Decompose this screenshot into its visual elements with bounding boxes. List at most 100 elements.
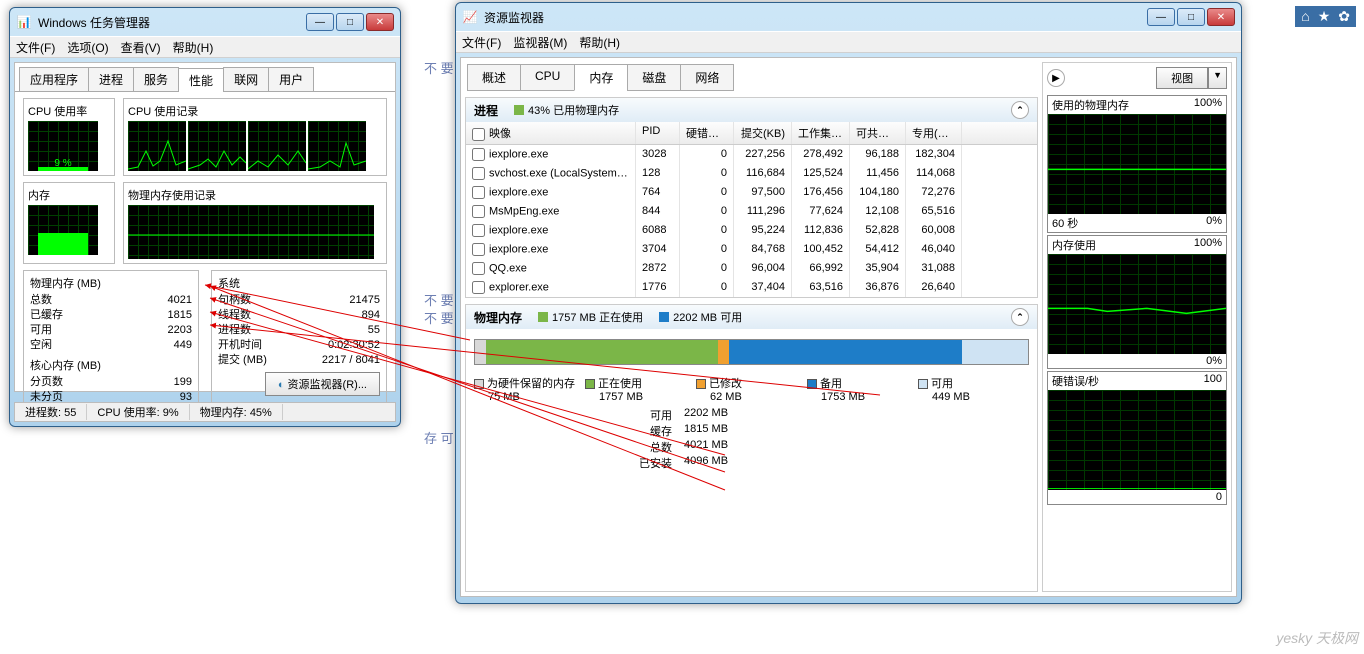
col-private[interactable]: 专用(KB) <box>906 122 962 144</box>
cpu-history-core4 <box>308 121 366 171</box>
table-row[interactable]: svchost.exe (LocalSystemN...1280116,6841… <box>466 164 1037 183</box>
memory-legend: 为硬件保留的内存75 MB正在使用1757 MB已修改62 MB备用1753 M… <box>466 375 1037 403</box>
star-icon[interactable]: ★ <box>1318 8 1331 25</box>
menubar: 文件(F) 监视器(M) 帮助(H) <box>456 31 1241 53</box>
tab-performance[interactable]: 性能 <box>178 68 224 92</box>
tab-strip: 应用程序 进程 服务 性能 联网 用户 <box>15 63 395 92</box>
mini-graph: 使用的物理内存100%60 秒0% <box>1047 95 1227 233</box>
tab-network[interactable]: 网络 <box>680 64 734 91</box>
resource-monitor-window: 📈 资源监视器 — □ ✕ 文件(F) 监视器(M) 帮助(H) 概述 CPU … <box>455 2 1242 604</box>
row-checkbox[interactable] <box>472 243 485 256</box>
minimize-button[interactable]: — <box>1147 8 1175 26</box>
mem-seg-mod <box>718 340 729 364</box>
menu-file[interactable]: 文件(F) <box>462 34 501 51</box>
row-checkbox[interactable] <box>472 262 485 275</box>
app-icon: 📈 <box>462 9 478 25</box>
menu-file[interactable]: 文件(F) <box>16 39 55 56</box>
mem-seg-hw <box>475 340 486 364</box>
table-row[interactable]: iexplore.exe6088095,224112,83652,82860,0… <box>466 221 1037 240</box>
minimize-button[interactable]: — <box>306 13 334 31</box>
bg-text: 不 要 <box>424 290 454 309</box>
legend-inuse: 正在使用1757 MB <box>585 375 696 403</box>
mini-graph: 硬错误/秒1000 <box>1047 371 1227 505</box>
tab-cpu[interactable]: CPU <box>520 64 575 91</box>
bg-text: 不 要 <box>424 58 454 77</box>
tab-memory[interactable]: 内存 <box>574 64 628 91</box>
maximize-button[interactable]: □ <box>1177 8 1205 26</box>
section-title: 物理内存 <box>474 309 522 326</box>
row-checkbox[interactable] <box>472 224 485 237</box>
table-row[interactable]: QQ.exe2872096,00466,99235,90431,088 <box>466 259 1037 278</box>
col-workingset[interactable]: 工作集(... <box>792 122 850 144</box>
col-shareable[interactable]: 可共享(... <box>850 122 906 144</box>
col-image[interactable]: 映像 <box>466 122 636 144</box>
col-hardfaults[interactable]: 硬错误/... <box>680 122 734 144</box>
mem-label: 内存 <box>28 187 110 203</box>
mem-seg-inuse <box>486 340 718 364</box>
bg-text: 存 可 <box>424 428 454 447</box>
tab-users[interactable]: 用户 <box>268 67 314 91</box>
window-title: 资源监视器 <box>484 9 1147 26</box>
row-checkbox[interactable] <box>472 205 485 218</box>
menu-options[interactable]: 选项(O) <box>67 39 108 56</box>
status-bar: 进程数: 55 CPU 使用率: 9% 物理内存: 45% <box>14 402 396 422</box>
tab-processes[interactable]: 进程 <box>88 67 134 91</box>
tab-overview[interactable]: 概述 <box>467 64 521 91</box>
physical-memory-section: 物理内存 1757 MB 正在使用 2202 MB 可用 ⌃ 为硬件保留的内存7… <box>465 304 1038 592</box>
titlebar[interactable]: 📊 Windows 任务管理器 — □ ✕ <box>10 8 400 36</box>
task-manager-window: 📊 Windows 任务管理器 — □ ✕ 文件(F) 选项(O) 查看(V) … <box>9 7 401 427</box>
system-stats: 系统 句柄数21475 线程数894 进程数55 开机时间0:02:30:52 … <box>211 270 387 410</box>
home-icon[interactable]: ⌂ <box>1301 8 1309 25</box>
table-row[interactable]: explorer.exe1776037,40463,51636,87626,64… <box>466 278 1037 297</box>
table-row[interactable]: MsMpEng.exe8440111,29677,62412,10865,516 <box>466 202 1037 221</box>
tab-networking[interactable]: 联网 <box>223 67 269 91</box>
table-row[interactable]: iexplore.exe764097,500176,456104,18072,2… <box>466 183 1037 202</box>
mem-usage-badge: 43% 已用物理内存 <box>528 102 619 118</box>
menu-monitor[interactable]: 监视器(M) <box>513 34 567 51</box>
gear-icon[interactable]: ✿ <box>1338 8 1350 25</box>
mem-seg-free <box>962 340 1028 364</box>
collapse-button[interactable]: ⌃ <box>1011 101 1029 119</box>
watermark: yesky 天极网 <box>1276 628 1358 648</box>
col-pid[interactable]: PID <box>636 122 680 144</box>
maximize-button[interactable]: □ <box>336 13 364 31</box>
titlebar[interactable]: 📈 资源监视器 — □ ✕ <box>456 3 1241 31</box>
graphs-nav-button[interactable]: ▶ <box>1047 69 1065 87</box>
process-table: 映像 PID 硬错误/... 提交(KB) 工作集(... 可共享(... 专用… <box>466 122 1037 297</box>
menu-view[interactable]: 查看(V) <box>121 39 161 56</box>
table-row[interactable]: iexplore.exe3704084,768100,45254,41246,0… <box>466 240 1037 259</box>
select-all-checkbox[interactable] <box>472 128 485 141</box>
menu-help[interactable]: 帮助(H) <box>173 39 214 56</box>
phys-mem-stats: 物理内存 (MB) 总数4021 已缓存1815 可用2203 空闲449 核心… <box>23 270 199 410</box>
tab-services[interactable]: 服务 <box>133 67 179 91</box>
cpu-history-core1 <box>128 121 186 171</box>
table-row[interactable]: iexplore.exe30280227,256278,49296,188182… <box>466 145 1037 164</box>
cpu-usage-gauge: 9 % <box>28 121 98 171</box>
row-checkbox[interactable] <box>472 186 485 199</box>
graphs-panel: ▶ 视图 ▼ 使用的物理内存100%60 秒0%内存使用100%0%硬错误/秒1… <box>1042 62 1232 592</box>
mem-seg-standby <box>729 340 961 364</box>
view-dropdown-icon[interactable]: ▼ <box>1208 67 1227 89</box>
close-button[interactable]: ✕ <box>366 13 394 31</box>
memory-composition-bar <box>474 339 1029 365</box>
collapse-button[interactable]: ⌃ <box>1011 308 1029 326</box>
tab-apps[interactable]: 应用程序 <box>19 67 89 91</box>
resource-monitor-button[interactable]: ◐ 资源监视器(R)... <box>265 372 380 396</box>
row-checkbox[interactable] <box>472 167 485 180</box>
legend-hw: 为硬件保留的内存75 MB <box>474 375 585 403</box>
row-checkbox[interactable] <box>472 281 485 294</box>
close-button[interactable]: ✕ <box>1207 8 1235 26</box>
menu-help[interactable]: 帮助(H) <box>579 34 620 51</box>
row-checkbox[interactable] <box>472 148 485 161</box>
mem-history-graph <box>128 205 374 259</box>
tab-disk[interactable]: 磁盘 <box>627 64 681 91</box>
legend-mod: 已修改62 MB <box>696 375 807 403</box>
view-button[interactable]: 视图 <box>1156 67 1208 89</box>
app-icon: 📊 <box>16 14 32 30</box>
col-commit[interactable]: 提交(KB) <box>734 122 792 144</box>
cpu-history-label: CPU 使用记录 <box>128 103 382 119</box>
menubar: 文件(F) 选项(O) 查看(V) 帮助(H) <box>10 36 400 58</box>
available-badge: 2202 MB 可用 <box>673 309 742 325</box>
section-title: 进程 <box>474 102 498 119</box>
memory-summary: 可用2202 MB 缓存1815 MB 总数4021 MB 已安装4096 MB <box>466 403 1037 479</box>
